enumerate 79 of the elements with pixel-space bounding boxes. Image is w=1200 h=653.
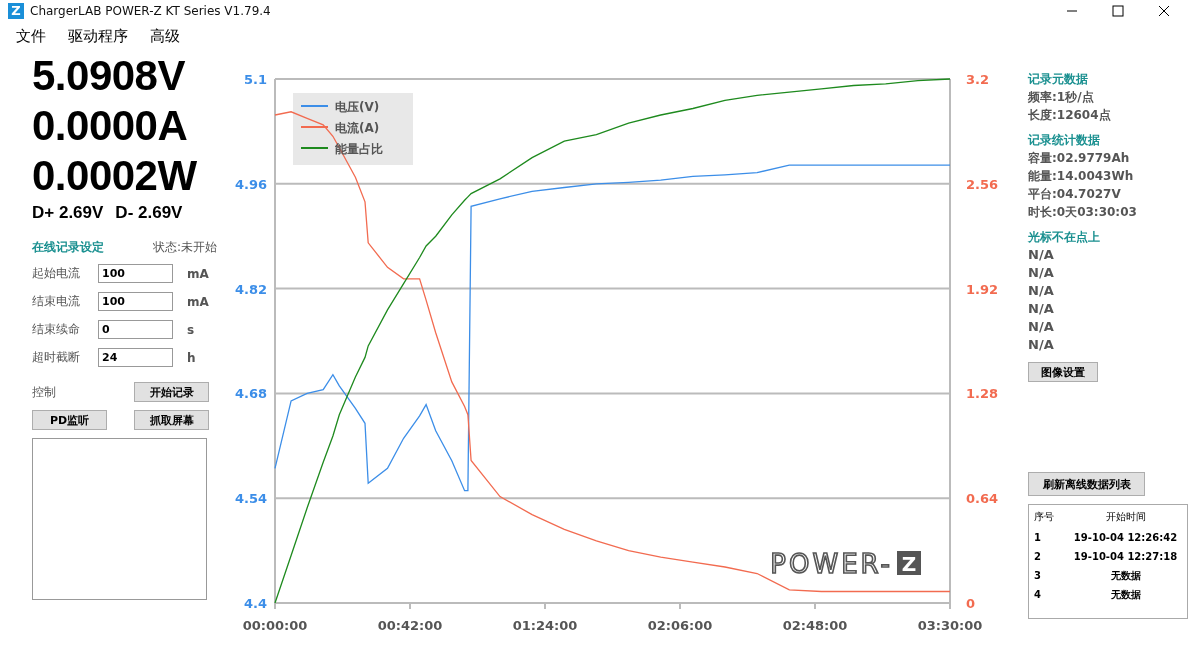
field-label: 结束电流 xyxy=(32,293,81,310)
status-text: 状态:未开始 xyxy=(152,239,217,256)
info-text: 容量:02.9779Ah xyxy=(1028,150,1131,167)
input-field[interactable]: 100 xyxy=(98,264,173,283)
unit-label: mA xyxy=(187,266,209,281)
input-field[interactable]: 0 xyxy=(98,320,173,339)
table-cell[interactable]: 2 xyxy=(1029,551,1064,562)
pd-monitor-button[interactable]: PD监听 xyxy=(32,410,107,430)
info-text: 平台:04.7027V xyxy=(1028,186,1122,203)
menu-item[interactable]: 高级 xyxy=(150,26,180,46)
column-header: 开始时间 xyxy=(1104,509,1147,524)
table-cell[interactable]: 1 xyxy=(1029,532,1064,543)
log-box[interactable] xyxy=(32,438,207,600)
x-tick-label: 00:42:00 xyxy=(377,618,443,633)
right-tick-label: 0.64 xyxy=(966,491,999,507)
info-text: 能量:14.0043Wh xyxy=(1028,168,1135,185)
section-title: 光标不在点上 xyxy=(1028,229,1101,246)
column-header: 序号 xyxy=(1033,509,1055,524)
info-text: 长度:12604点 xyxy=(1028,107,1112,124)
section-title: 记录元数据 xyxy=(1028,71,1089,88)
field-label: 结束续命 xyxy=(32,321,81,338)
menu-item[interactable]: 文件 xyxy=(16,26,46,46)
input-field[interactable]: 24 xyxy=(98,348,173,367)
left-tick-label: 4.54 xyxy=(234,491,267,507)
info-text: 时长:0天03:30:03 xyxy=(1028,204,1138,221)
start-record-button[interactable]: 开始记录 xyxy=(134,382,209,402)
section-title: 在线记录设定 xyxy=(32,239,104,256)
cursor-value: N/A xyxy=(1028,246,1055,264)
left-tick-label: 4.68 xyxy=(234,386,267,402)
cursor-value: N/A xyxy=(1028,336,1055,354)
section-title: 记录统计数据 xyxy=(1028,132,1101,149)
power-z-logo: POWER- Z xyxy=(770,549,921,579)
cursor-value: N/A xyxy=(1028,264,1055,282)
x-tick-label: 00:00:00 xyxy=(242,618,308,633)
screenshot-button[interactable]: 抓取屏幕 xyxy=(134,410,209,430)
maximize-icon[interactable] xyxy=(1112,4,1124,17)
menu-item[interactable]: 驱动程序 xyxy=(68,26,128,46)
x-tick-label: 03:30:00 xyxy=(917,618,983,633)
cursor-value: N/A xyxy=(1028,300,1055,318)
app-logo: Z xyxy=(8,2,24,19)
left-tick-label: 4.96 xyxy=(234,176,267,192)
table-cell[interactable]: 3 xyxy=(1029,570,1064,581)
cursor-value: N/A xyxy=(1028,318,1055,336)
table-cell[interactable]: 4 xyxy=(1029,589,1064,600)
right-tick-label: 0 xyxy=(966,596,976,611)
right-tick-label: 1.28 xyxy=(966,386,999,402)
legend-label: 电压(V) xyxy=(335,100,380,114)
x-tick-label: 02:06:00 xyxy=(647,618,713,633)
unit-label: h xyxy=(187,350,196,365)
voltage-readout: 5.0908V xyxy=(32,51,186,101)
left-tick-label: 4.82 xyxy=(234,281,267,297)
table-cell[interactable]: 19-10-04 12:26:42 xyxy=(1064,532,1187,543)
unit-label: s xyxy=(187,322,195,337)
left-tick-label: 4.4 xyxy=(243,596,267,611)
table-cell[interactable]: 无数据 xyxy=(1064,587,1187,602)
x-tick-label: 02:48:00 xyxy=(782,618,848,633)
current-readout: 0.0000A xyxy=(32,101,189,151)
unit-label: mA xyxy=(187,294,209,309)
info-text: 频率:1秒/点 xyxy=(1028,89,1095,106)
window-title: ChargerLAB POWER-Z KT Series V1.79.4 xyxy=(30,3,271,18)
close-icon[interactable] xyxy=(1158,4,1170,17)
dplus-readout: D+ 2.69V xyxy=(32,203,104,223)
power-readout: 0.0002W xyxy=(32,151,198,201)
table-cell[interactable]: 无数据 xyxy=(1064,568,1187,583)
refresh-list-button[interactable]: 刷新离线数据列表 xyxy=(1028,472,1145,496)
left-tick-label: 5.1 xyxy=(243,72,267,87)
input-field[interactable]: 100 xyxy=(98,292,173,311)
x-tick-label: 01:24:00 xyxy=(512,618,578,633)
field-label: 超时截断 xyxy=(32,349,81,366)
right-tick-label: 3.2 xyxy=(966,72,990,87)
control-label: 控制 xyxy=(32,383,57,401)
legend-label: 电流(A) xyxy=(335,121,380,135)
image-settings-button[interactable]: 图像设置 xyxy=(1028,362,1098,382)
table-cell[interactable]: 19-10-04 12:27:18 xyxy=(1064,551,1187,562)
field-label: 起始电流 xyxy=(32,265,81,282)
cursor-value: N/A xyxy=(1028,282,1055,300)
right-tick-label: 1.92 xyxy=(966,281,999,297)
dminus-readout: D- 2.69V xyxy=(115,203,183,223)
right-tick-label: 2.56 xyxy=(966,176,999,192)
